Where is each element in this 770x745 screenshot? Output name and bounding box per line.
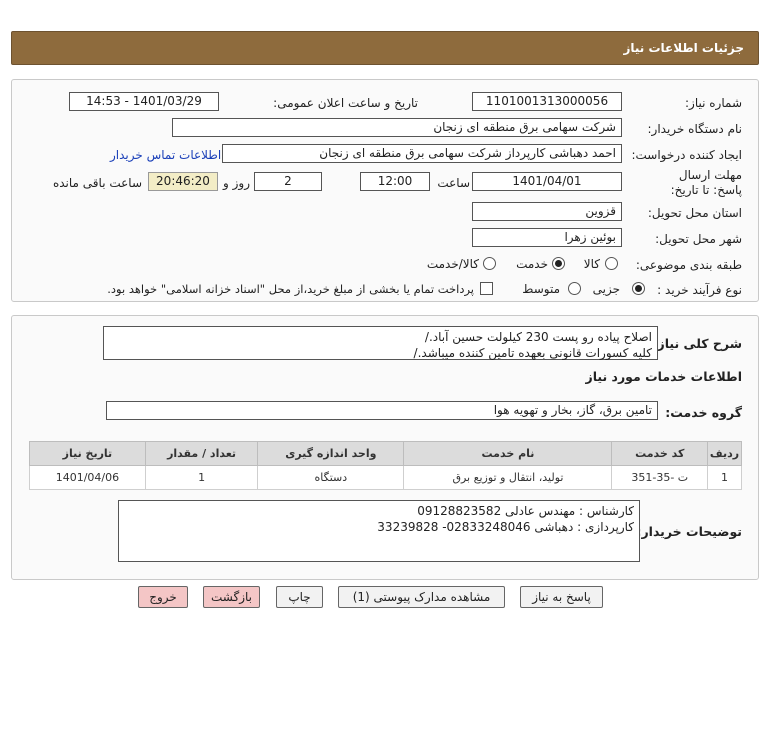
cell-service-name: تولید، انتقال و توزیع برق bbox=[403, 465, 613, 490]
service-group-field: تامین برق، گاز، بخار و تهویه هوا bbox=[106, 401, 658, 420]
category-label: طبقه بندی موضوعی: bbox=[635, 258, 742, 272]
buyer-org-label: نام دستگاه خریدار: bbox=[647, 122, 743, 136]
category-goods-service-radio[interactable] bbox=[483, 257, 496, 270]
table-row: 1 ت -35-351 تولید، انتقال و توزیع برق دس… bbox=[29, 465, 742, 490]
buyer-org-field: شرکت سهامی برق منطقه ای زنجان bbox=[172, 118, 622, 137]
remaining-label: ساعت باقی مانده bbox=[52, 176, 142, 190]
need-number-field: 1101001313000056 bbox=[472, 92, 622, 111]
announce-datetime-label: تاریخ و ساعت اعلان عمومی: bbox=[273, 96, 418, 110]
description-line: اصلاح پیاده رو پست 230 کیلولت حسین آباد.… bbox=[424, 330, 652, 344]
purchase-medium-radio[interactable] bbox=[568, 282, 581, 295]
page-title: جزئیات اطلاعات نیاز bbox=[623, 41, 744, 55]
col-service-code: کد خدمت bbox=[611, 441, 709, 466]
deadline-time-label: ساعت bbox=[437, 176, 470, 190]
cell-need-date: 1401/04/06 bbox=[29, 465, 146, 490]
days-label: روز و bbox=[223, 176, 250, 190]
need-number-label: شماره نیاز: bbox=[685, 96, 742, 110]
back-button[interactable]: بازگشت bbox=[203, 586, 260, 608]
service-group-label: گروه خدمت: bbox=[665, 405, 742, 420]
category-goods-service-label: کالا/خدمت bbox=[426, 257, 479, 271]
buyer-notes-box: کارشناس : مهندس عادلی 09128823582 کارپرد… bbox=[118, 500, 640, 562]
purchase-medium-label: متوسط bbox=[522, 282, 560, 296]
page-header: جزئیات اطلاعات نیاز bbox=[11, 31, 759, 65]
remaining-time-field: 20:46:20 bbox=[148, 172, 218, 191]
services-section-title: اطلاعات خدمات مورد نیاز bbox=[585, 369, 743, 384]
cell-row: 1 bbox=[707, 465, 742, 490]
city-label: شهر محل تحویل: bbox=[655, 232, 742, 246]
col-unit: واحد اندازه گیری bbox=[257, 441, 405, 466]
print-button[interactable]: چاپ bbox=[276, 586, 323, 608]
buyer-notes-line: کارشناس : مهندس عادلی 09128823582 bbox=[417, 504, 634, 518]
deadline-time-field: 12:00 bbox=[360, 172, 430, 191]
exit-button[interactable]: خروج bbox=[138, 586, 188, 608]
days-remaining-field: 2 bbox=[254, 172, 322, 191]
services-table: ردیف کد خدمت نام خدمت واحد اندازه گیری ت… bbox=[29, 441, 742, 490]
col-need-date: تاریخ نیاز bbox=[29, 441, 146, 466]
city-field: بوئین زهرا bbox=[472, 228, 622, 247]
table-header-row: ردیف کد خدمت نام خدمت واحد اندازه گیری ت… bbox=[29, 441, 742, 466]
buyer-contact-link[interactable]: اطلاعات تماس خریدار bbox=[110, 148, 221, 162]
purchase-type-label: نوع فرآیند خرید : bbox=[657, 283, 742, 297]
category-goods-label: کالا bbox=[583, 257, 600, 271]
cell-quantity: 1 bbox=[144, 465, 259, 490]
province-field: قزوین bbox=[472, 202, 622, 221]
view-attachments-button[interactable]: مشاهده مدارک پیوستی (1) bbox=[338, 586, 505, 608]
treasury-payment-label: پرداخت تمام یا بخشی از مبلغ خرید،از محل … bbox=[107, 282, 474, 296]
buyer-notes-label: توضیحات خریدار: bbox=[636, 524, 742, 539]
buyer-notes-line: کارپردازی : دهباشی 02833248046- 33239828 bbox=[377, 520, 634, 534]
category-service-label: خدمت bbox=[516, 257, 548, 271]
deadline-date-field: 1401/04/01 bbox=[472, 172, 622, 191]
col-service-name: نام خدمت bbox=[403, 441, 613, 466]
cell-unit: دستگاه bbox=[257, 465, 405, 490]
category-goods-radio[interactable] bbox=[605, 257, 618, 270]
reply-button[interactable]: پاسخ به نیاز bbox=[520, 586, 603, 608]
deadline-label: مهلت ارسال پاسخ: تا تاریخ: bbox=[670, 168, 742, 197]
purchase-minor-label: جزیی bbox=[592, 282, 620, 296]
col-quantity: تعداد / مقدار bbox=[144, 441, 259, 466]
description-label: شرح کلی نیاز: bbox=[652, 336, 742, 351]
cell-service-code: ت -35-351 bbox=[611, 465, 709, 490]
description-line: کلیه کسورات قانونی بعهده تامین کننده میب… bbox=[413, 346, 652, 360]
description-box: اصلاح پیاده رو پست 230 کیلولت حسین آباد.… bbox=[103, 326, 658, 360]
province-label: استان محل تحویل: bbox=[647, 206, 742, 220]
creator-label: ایجاد کننده درخواست: bbox=[631, 148, 742, 162]
category-service-radio[interactable] bbox=[552, 257, 565, 270]
purchase-minor-radio[interactable] bbox=[632, 282, 645, 295]
announce-datetime-field: 1401/03/29 - 14:53 bbox=[69, 92, 219, 111]
col-row: ردیف bbox=[707, 441, 742, 466]
treasury-payment-checkbox[interactable] bbox=[480, 282, 493, 295]
creator-field: احمد دهباشی کارپرداز شرکت سهامی برق منطق… bbox=[222, 144, 622, 163]
